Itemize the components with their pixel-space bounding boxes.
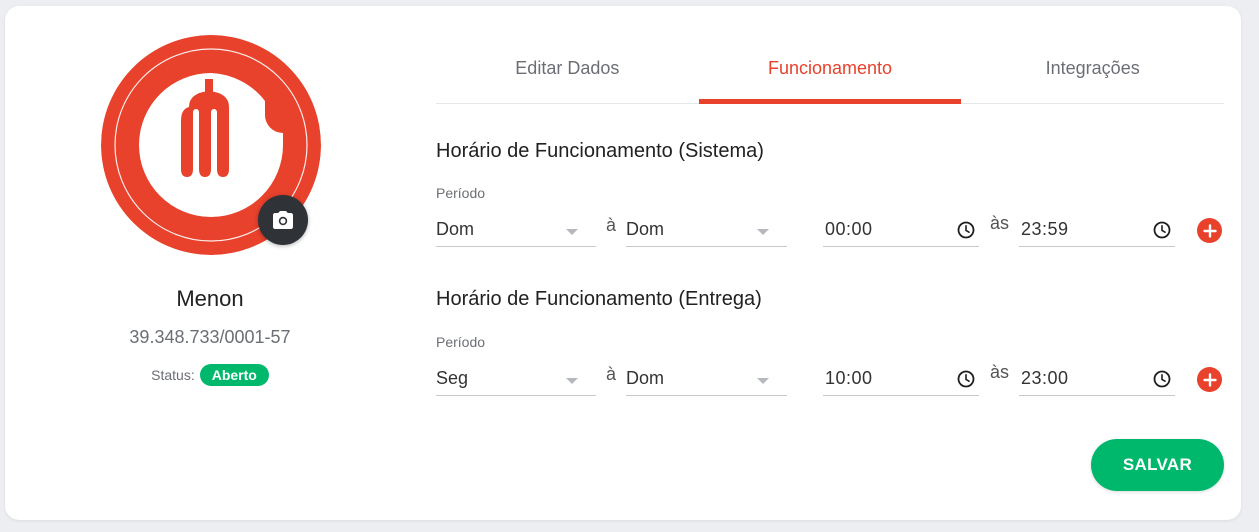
entrega-day-from-select[interactable]: Seg	[436, 361, 596, 396]
select-value: Seg	[436, 367, 469, 388]
time-joiner: às	[990, 213, 1010, 233]
sistema-time-to-input[interactable]: 23:59	[1019, 212, 1175, 247]
status-row: Status: Aberto	[5, 364, 415, 386]
clock-icon[interactable]	[1153, 370, 1171, 388]
day-joiner: à	[606, 215, 617, 235]
entrega-time-to-input[interactable]: 23:00	[1019, 361, 1175, 396]
clock-icon[interactable]	[957, 370, 975, 388]
chevron-down-icon	[566, 229, 578, 235]
change-photo-button[interactable]	[258, 195, 308, 245]
select-value: Dom	[626, 218, 665, 239]
camera-icon	[273, 211, 293, 229]
tab-integracoes[interactable]: Integrações	[961, 48, 1224, 103]
tab-editar-dados[interactable]: Editar Dados	[436, 48, 699, 103]
status-badge: Aberto	[199, 364, 269, 386]
entrega-time-from-input[interactable]: 10:00	[823, 361, 979, 396]
entrega-day-to-select[interactable]: Dom	[626, 361, 787, 396]
restaurant-settings-card: Menon 39.348.733/0001-57 Status: Aberto …	[5, 6, 1241, 520]
chevron-down-icon	[566, 378, 578, 384]
clock-icon[interactable]	[1153, 221, 1171, 239]
time-value: 00:00	[825, 218, 873, 239]
time-value: 23:59	[1021, 218, 1069, 239]
period-label: Período	[436, 185, 486, 201]
sistema-time-from-input[interactable]: 00:00	[823, 212, 979, 247]
restaurant-name: Menon	[176, 286, 244, 311]
plus-icon	[1202, 223, 1217, 238]
tab-funcionamento[interactable]: Funcionamento	[698, 48, 962, 104]
chevron-down-icon	[757, 378, 769, 384]
clock-icon[interactable]	[957, 221, 975, 239]
save-button[interactable]: SALVAR	[1091, 439, 1224, 491]
select-value: Dom	[626, 367, 665, 388]
chevron-down-icon	[757, 229, 769, 235]
select-value: Dom	[436, 218, 475, 239]
restaurant-cnpj: 39.348.733/0001-57	[129, 327, 291, 347]
time-value: 23:00	[1021, 367, 1069, 388]
section-title-sistema: Horário de Funcionamento (Sistema)	[436, 140, 764, 162]
time-joiner: às	[990, 362, 1010, 382]
add-sistema-period-button[interactable]	[1197, 218, 1222, 243]
sistema-day-from-select[interactable]: Dom	[436, 212, 596, 247]
period-label: Período	[436, 334, 486, 350]
section-title-entrega: Horário de Funcionamento (Entrega)	[436, 288, 762, 310]
time-value: 10:00	[825, 367, 873, 388]
plus-icon	[1202, 372, 1217, 387]
day-joiner: à	[606, 364, 617, 384]
add-entrega-period-button[interactable]	[1197, 367, 1222, 392]
avatar-container	[101, 35, 321, 255]
settings-tabs: Editar Dados Funcionamento Integrações	[436, 48, 1224, 104]
sistema-day-to-select[interactable]: Dom	[626, 212, 787, 247]
status-label: Status:	[151, 367, 195, 383]
